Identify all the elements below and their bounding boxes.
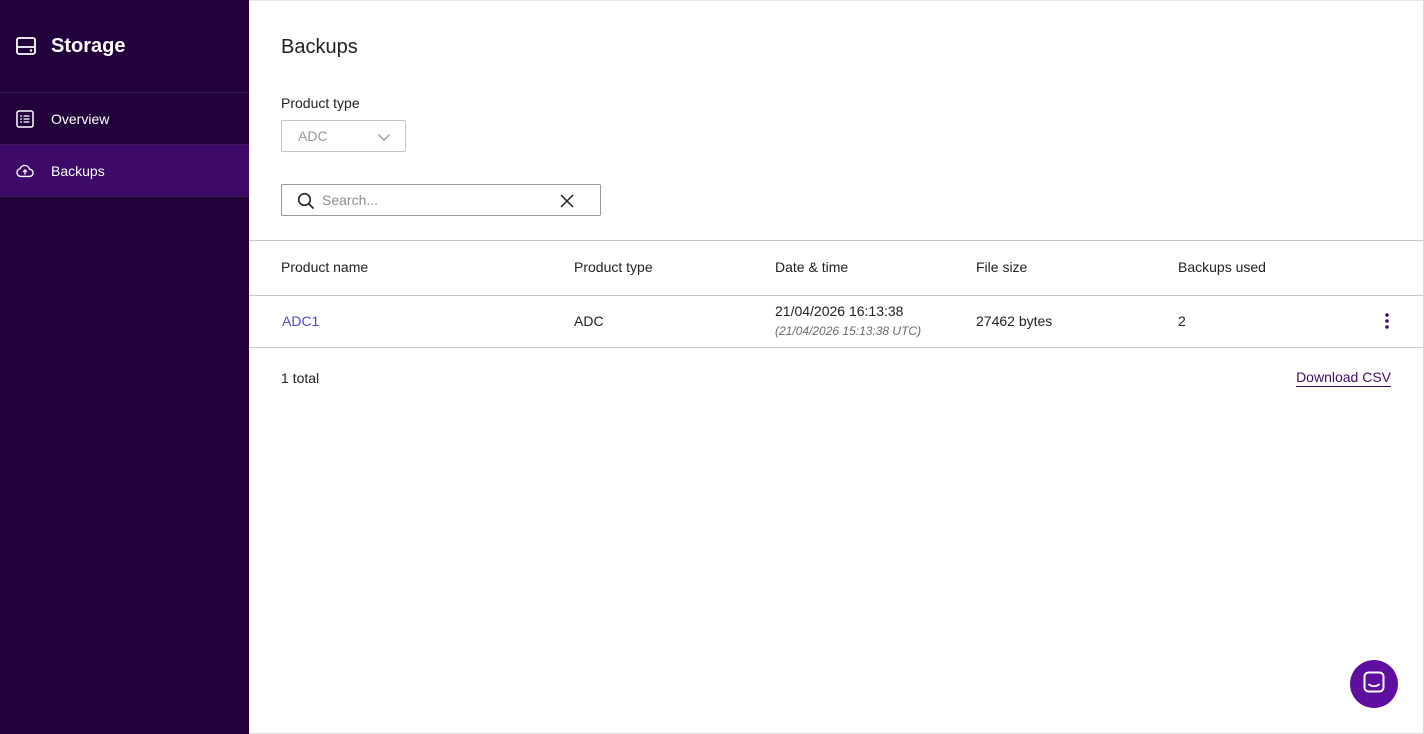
- search-icon: [297, 192, 315, 210]
- total-count: 1 total: [281, 370, 320, 386]
- cloud-upload-icon: [16, 162, 34, 180]
- search-box: [281, 184, 601, 216]
- column-header-product-type[interactable]: Product type: [574, 259, 653, 275]
- storage-drive-icon: [16, 36, 36, 56]
- sidebar-title: Storage: [51, 34, 126, 57]
- search-input[interactable]: [322, 190, 542, 210]
- chevron-down-icon: [377, 130, 391, 144]
- chat-icon: [1362, 670, 1386, 699]
- file-size-cell: 27462 bytes: [976, 313, 1053, 329]
- main-content: Backups Product type ADC Product name Pr…: [249, 0, 1424, 734]
- column-header-file-size[interactable]: File size: [976, 259, 1027, 275]
- chat-launcher-button[interactable]: [1350, 660, 1398, 708]
- product-type-select[interactable]: ADC: [281, 120, 406, 152]
- close-icon[interactable]: [560, 194, 574, 208]
- row-actions-kebab-icon[interactable]: [1377, 311, 1397, 331]
- page-title: Backups: [281, 36, 358, 58]
- product-type-value: ADC: [298, 128, 328, 144]
- sidebar: Storage Overview Backups: [0, 0, 249, 734]
- date-time-utc-cell: (21/04/2026 15:13:38 UTC): [775, 324, 922, 338]
- date-time-cell: 21/04/2026 16:13:38: [775, 303, 904, 319]
- list-icon: [16, 109, 34, 128]
- column-header-backups-used[interactable]: Backups used: [1178, 259, 1266, 275]
- sidebar-item-label: Overview: [51, 110, 110, 127]
- product-type-label: Product type: [281, 95, 360, 111]
- product-type-cell: ADC: [574, 313, 604, 329]
- sidebar-item-label: Backups: [51, 162, 105, 179]
- download-csv-link[interactable]: Download CSV: [1296, 369, 1391, 387]
- table-header: Product name Product type Date & time Fi…: [249, 241, 1423, 296]
- sidebar-item-backups[interactable]: Backups: [0, 145, 249, 197]
- column-header-product-name[interactable]: Product name: [281, 259, 368, 275]
- sidebar-item-overview[interactable]: Overview: [0, 93, 249, 145]
- sidebar-header: Storage: [0, 0, 249, 93]
- backups-used-cell: 2: [1178, 313, 1186, 329]
- column-header-date-time[interactable]: Date & time: [775, 259, 848, 275]
- table-row: ADC1 ADC 21/04/2026 16:13:38 (21/04/2026…: [249, 296, 1423, 348]
- product-name-link[interactable]: ADC1: [282, 313, 319, 329]
